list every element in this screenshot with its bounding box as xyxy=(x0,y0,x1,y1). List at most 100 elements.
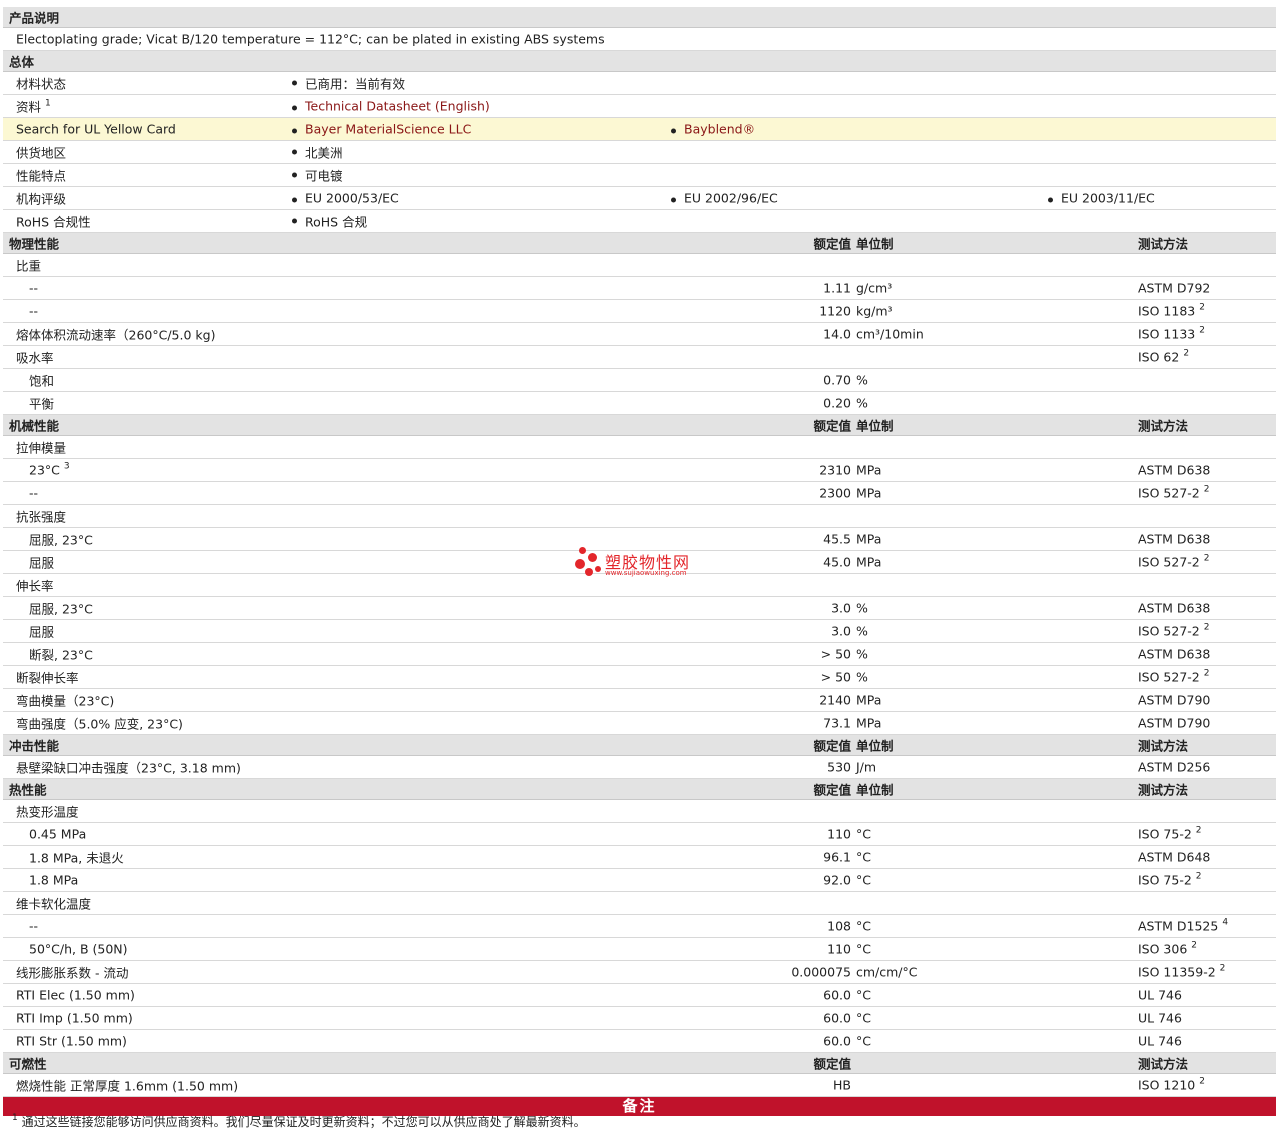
unit: °C xyxy=(856,849,871,865)
value: 96.1 xyxy=(823,849,851,865)
section-title: 产品说明 xyxy=(9,10,60,26)
agency-value: EU 2000/53/EC xyxy=(290,191,399,206)
footnote-ref: 2 xyxy=(1199,1076,1205,1087)
agency-value: EU 2003/11/EC xyxy=(1046,191,1155,206)
unit: °C xyxy=(856,987,871,1003)
footnote-ref: 1 xyxy=(45,98,51,109)
footnote-ref: 2 xyxy=(1203,553,1210,564)
row-label: 屈服 xyxy=(29,555,55,571)
bayer-materialscience-link[interactable]: Bayer MaterialScience LLC xyxy=(305,122,471,137)
method: ASTM D638 xyxy=(1138,646,1211,662)
unit: °C xyxy=(856,918,871,934)
unit: cm/cm/°C xyxy=(856,964,918,980)
watermark-logo: 塑胶物性网 www.sujiaowuxing.com xyxy=(575,547,715,583)
value: > 50 xyxy=(820,669,851,685)
row-tm-2: -- 2300 MPa ISO 527-2 2 xyxy=(3,482,1276,505)
row-label: 屈服, 23°C xyxy=(29,601,93,617)
region-value: 北美洲 xyxy=(290,143,343,162)
method: ISO 527-2 2 xyxy=(1138,669,1209,685)
row-mvr: 熔体体积流动速率（260°C/5.0 kg) 14.0 cm³/10min ISO 1… xyxy=(3,323,1276,346)
row-region: 供货地区 北美洲 xyxy=(3,141,1276,164)
row-water-absorption: 吸水率 ISO 62 2 xyxy=(3,346,1276,369)
method-header: 测试方法 xyxy=(1138,236,1189,252)
method-header: 测试方法 xyxy=(1138,418,1189,434)
footnote-ref: 2 xyxy=(1203,622,1210,633)
status-value: 已商用：当前有效 xyxy=(290,74,405,93)
section-title: 总体 xyxy=(9,54,35,70)
unit: % xyxy=(856,372,868,388)
method-header: 测试方法 xyxy=(1138,782,1189,798)
value: 1120 xyxy=(819,303,851,319)
method-text: ISO 1183 xyxy=(1138,303,1196,319)
value: 1.11 xyxy=(823,280,851,296)
method-header: 测试方法 xyxy=(1138,738,1189,754)
method-text: ISO 62 xyxy=(1138,349,1180,365)
row-agency: 机构评级 EU 2000/53/EC EU 2002/96/EC EU 2003/11… xyxy=(3,187,1276,210)
footnote-ref: 3 xyxy=(63,461,70,472)
method: ISO 1183 2 xyxy=(1138,303,1205,319)
row-label: RTI Str (1.50 mm) xyxy=(16,1033,127,1049)
unit: °C xyxy=(856,941,871,957)
value: 110 xyxy=(827,826,851,842)
row-docs: 资料 1 Technical Datasheet (English) xyxy=(3,95,1276,118)
label-text: 23°C xyxy=(29,462,60,478)
method: UL 746 xyxy=(1138,1033,1182,1049)
logo-dot xyxy=(575,559,585,569)
section-title: 物理性能 xyxy=(9,236,60,252)
row-label: 23°C 3 xyxy=(29,461,70,478)
method: ISO 527-2 2 xyxy=(1138,553,1210,570)
unit: °C xyxy=(856,872,871,888)
row-label: 燃烧性能 正常厚度 1.6mm (1.50 mm) xyxy=(16,1078,239,1094)
bayblend-link[interactable]: Bayblend® xyxy=(684,122,755,137)
row-label: RTI Imp (1.50 mm) xyxy=(16,1010,133,1026)
technical-datasheet-link[interactable]: Technical Datasheet (English) xyxy=(305,99,490,114)
row-label: 饱和 xyxy=(29,373,55,389)
row-label: 1.8 MPa xyxy=(29,872,79,888)
row-label: 拉伸模量 xyxy=(16,440,67,456)
row-rti-str: RTI Str (1.50 mm) 60.0 °C UL 746 xyxy=(3,1030,1276,1053)
row-label: 悬壁梁缺口冲击强度（23°C, 3.18 mm) xyxy=(16,760,241,776)
row-label: -- xyxy=(29,280,39,296)
row-rti-imp: RTI Imp (1.50 mm) 60.0 °C UL 746 xyxy=(3,1007,1276,1030)
method-text: ISO 527-2 xyxy=(1138,554,1200,570)
method-text: ISO 1210 xyxy=(1138,1077,1196,1093)
method: ASTM D256 xyxy=(1138,759,1211,775)
unit: % xyxy=(856,623,868,639)
unit: g/cm³ xyxy=(856,280,893,296)
row-label: 比重 xyxy=(16,258,42,274)
agency-value: EU 2002/96/EC xyxy=(669,191,778,206)
row-label: 50°C/h, B (50N) xyxy=(29,941,128,957)
row-el-3: 断裂, 23°C > 50% ASTM D638 xyxy=(3,643,1276,666)
row-sg-1: -- 1.11 g/cm³ ASTM D792 xyxy=(3,277,1276,300)
row-clte: 线形膨胀系数 - 流动 0.000075 cm/cm/°C ISO 11359-2 2 xyxy=(3,961,1276,984)
unit: % xyxy=(856,669,868,685)
footnote-ref: 2 xyxy=(1199,325,1205,336)
rated-header: 额定值 xyxy=(813,738,851,754)
rated-header: 额定值 xyxy=(813,782,851,798)
value: 0.70 xyxy=(823,372,851,388)
value: 92.0 xyxy=(823,872,851,888)
row-label: 屈服 xyxy=(29,624,55,640)
row-label: 供货地区 xyxy=(16,145,67,161)
row-rohs: RoHS 合规性 RoHS 合规 xyxy=(3,210,1276,233)
value: 60.0 xyxy=(823,1010,851,1026)
value: 2310 xyxy=(819,462,851,478)
row-vicat-1: -- 108 °C ASTM D1525 4 xyxy=(3,915,1276,938)
row-features: 性能特点 可电镀 xyxy=(3,164,1276,187)
method: ASTM D792 xyxy=(1138,280,1211,296)
unit: MPa xyxy=(856,692,882,708)
unit-header: 单位制 xyxy=(856,236,894,252)
ul-item-2: Bayblend® xyxy=(669,122,755,137)
row-hdt: 热变形温度 xyxy=(3,800,1276,823)
unit: °C xyxy=(856,826,871,842)
unit: kg/m³ xyxy=(856,303,893,319)
row-el-1: 屈服, 23°C 3.0% ASTM D638 xyxy=(3,597,1276,620)
value: 3.0 xyxy=(831,623,851,639)
description-text: Electoplating grade; Vicat B/120 tempera… xyxy=(16,31,605,47)
value: 530 xyxy=(827,759,851,775)
docs-label: 资料 xyxy=(16,99,42,115)
row-vicat: 维卡软化温度 xyxy=(3,892,1276,915)
method: ISO 75-2 2 xyxy=(1138,826,1202,842)
method-text: ISO 527-2 xyxy=(1138,623,1200,639)
row-label: RoHS 合规性 xyxy=(16,214,91,230)
